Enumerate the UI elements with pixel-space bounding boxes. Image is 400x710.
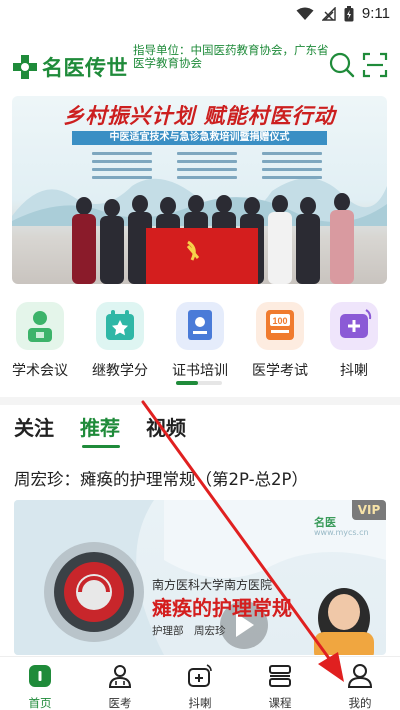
category-label: 抖喇 (340, 363, 368, 379)
app-header: 名医传世 指导单位：中国医药教育协会，广东省医学教育协会 (0, 38, 400, 94)
banner-subtitle: 中医适宜技术与急诊急救培训暨捐赠仪式 (72, 131, 327, 145)
tab-follow[interactable]: 关注 (14, 412, 54, 452)
logo-text: 名医传世 (42, 56, 128, 80)
status-time: 9:11 (361, 5, 390, 22)
signal-icon (321, 6, 336, 21)
status-bar: 9:11 (0, 0, 400, 30)
scan-icon[interactable] (362, 52, 388, 78)
category-credits[interactable]: 继教学分 (80, 302, 160, 380)
category-certificate-training[interactable]: 证书培训 (160, 302, 240, 380)
video-watermark-url: www.mycs.cn (314, 528, 369, 537)
cross-logo-icon (13, 55, 37, 79)
nav-label: 医考 (108, 696, 132, 710)
nav-label: 我的 (348, 696, 372, 710)
nav-label: 课程 (268, 696, 292, 710)
sponsor-text: 指导单位：中国医药教育协会，广东省医学教育协会 (133, 43, 329, 70)
nav-course[interactable]: 课程 (250, 663, 310, 710)
nav-medical-exam[interactable]: 医考 (90, 663, 150, 710)
exam-icon: 100 (256, 302, 304, 350)
meeting-icon (16, 302, 64, 350)
doctor-icon (107, 663, 133, 689)
profile-icon (347, 663, 373, 689)
category-label: 证书培训 (172, 363, 228, 379)
nav-label: 抖喇 (188, 696, 212, 710)
nav-label: 首页 (28, 696, 52, 710)
credit-icon (96, 302, 144, 350)
group-photo (72, 193, 354, 284)
bottom-navigation: 首页 医考 抖喇 课程 我的 (0, 656, 400, 710)
svg-text:100: 100 (272, 316, 287, 326)
certificate-icon (176, 302, 224, 350)
tab-recommend[interactable]: 推荐 (80, 412, 120, 452)
tab-video[interactable]: 视频 (146, 412, 186, 452)
category-short-video[interactable]: 抖喇 (314, 302, 394, 380)
video-icon (330, 302, 378, 350)
nav-profile[interactable]: 我的 (330, 663, 390, 710)
banner-organizer-list (92, 152, 322, 184)
app-screen: 9:11 名医传世 指导单位：中国医药教育协会，广东省医学教育协会 乡村振兴计划… (0, 0, 400, 710)
app-logo[interactable]: 名医传世 (12, 52, 128, 82)
nav-home[interactable]: 首页 (10, 663, 70, 710)
category-medical-exam[interactable]: 100 医学考试 (240, 302, 320, 380)
category-grid: 学术会议 继教学分 证书培训 100 医学考试 抖喇 (0, 302, 400, 382)
category-label: 学术会议 (12, 363, 68, 379)
section-divider (0, 397, 400, 405)
feed-tabs: 关注 推荐 视频 (14, 412, 186, 452)
video-card[interactable]: 名医 www.mycs.cn VIP 南方医科大学南方医院 瘫痪的护理常规 护理… (14, 500, 386, 655)
category-scroll-indicator (176, 381, 222, 385)
category-label: 继教学分 (92, 363, 148, 379)
battery-icon (344, 5, 354, 21)
category-label: 医学考试 (252, 363, 308, 379)
course-icon (267, 663, 293, 689)
banner-carousel[interactable]: 乡村振兴计划 赋能村医行动 中医适宜技术与急诊急救培训暨捐赠仪式 (12, 96, 387, 284)
banner-title: 乡村振兴计划 赋能村医行动 (63, 103, 336, 128)
vip-badge: VIP (352, 500, 386, 520)
article-title[interactable]: 周宏珍：瘫痪的护理常规（第2P-总2P） (14, 466, 308, 490)
nav-short-video[interactable]: 抖喇 (170, 663, 230, 710)
search-icon[interactable] (329, 52, 355, 78)
home-icon (27, 663, 53, 689)
wifi-icon (296, 7, 314, 20)
video-presenter: 护理部 周宏珍 (152, 625, 226, 637)
video-topic: 瘫痪的护理常规 (152, 596, 292, 620)
video-add-icon (187, 663, 213, 689)
category-academic-meeting[interactable]: 学术会议 (0, 302, 80, 380)
video-hospital: 南方医科大学南方医院 (152, 578, 273, 592)
